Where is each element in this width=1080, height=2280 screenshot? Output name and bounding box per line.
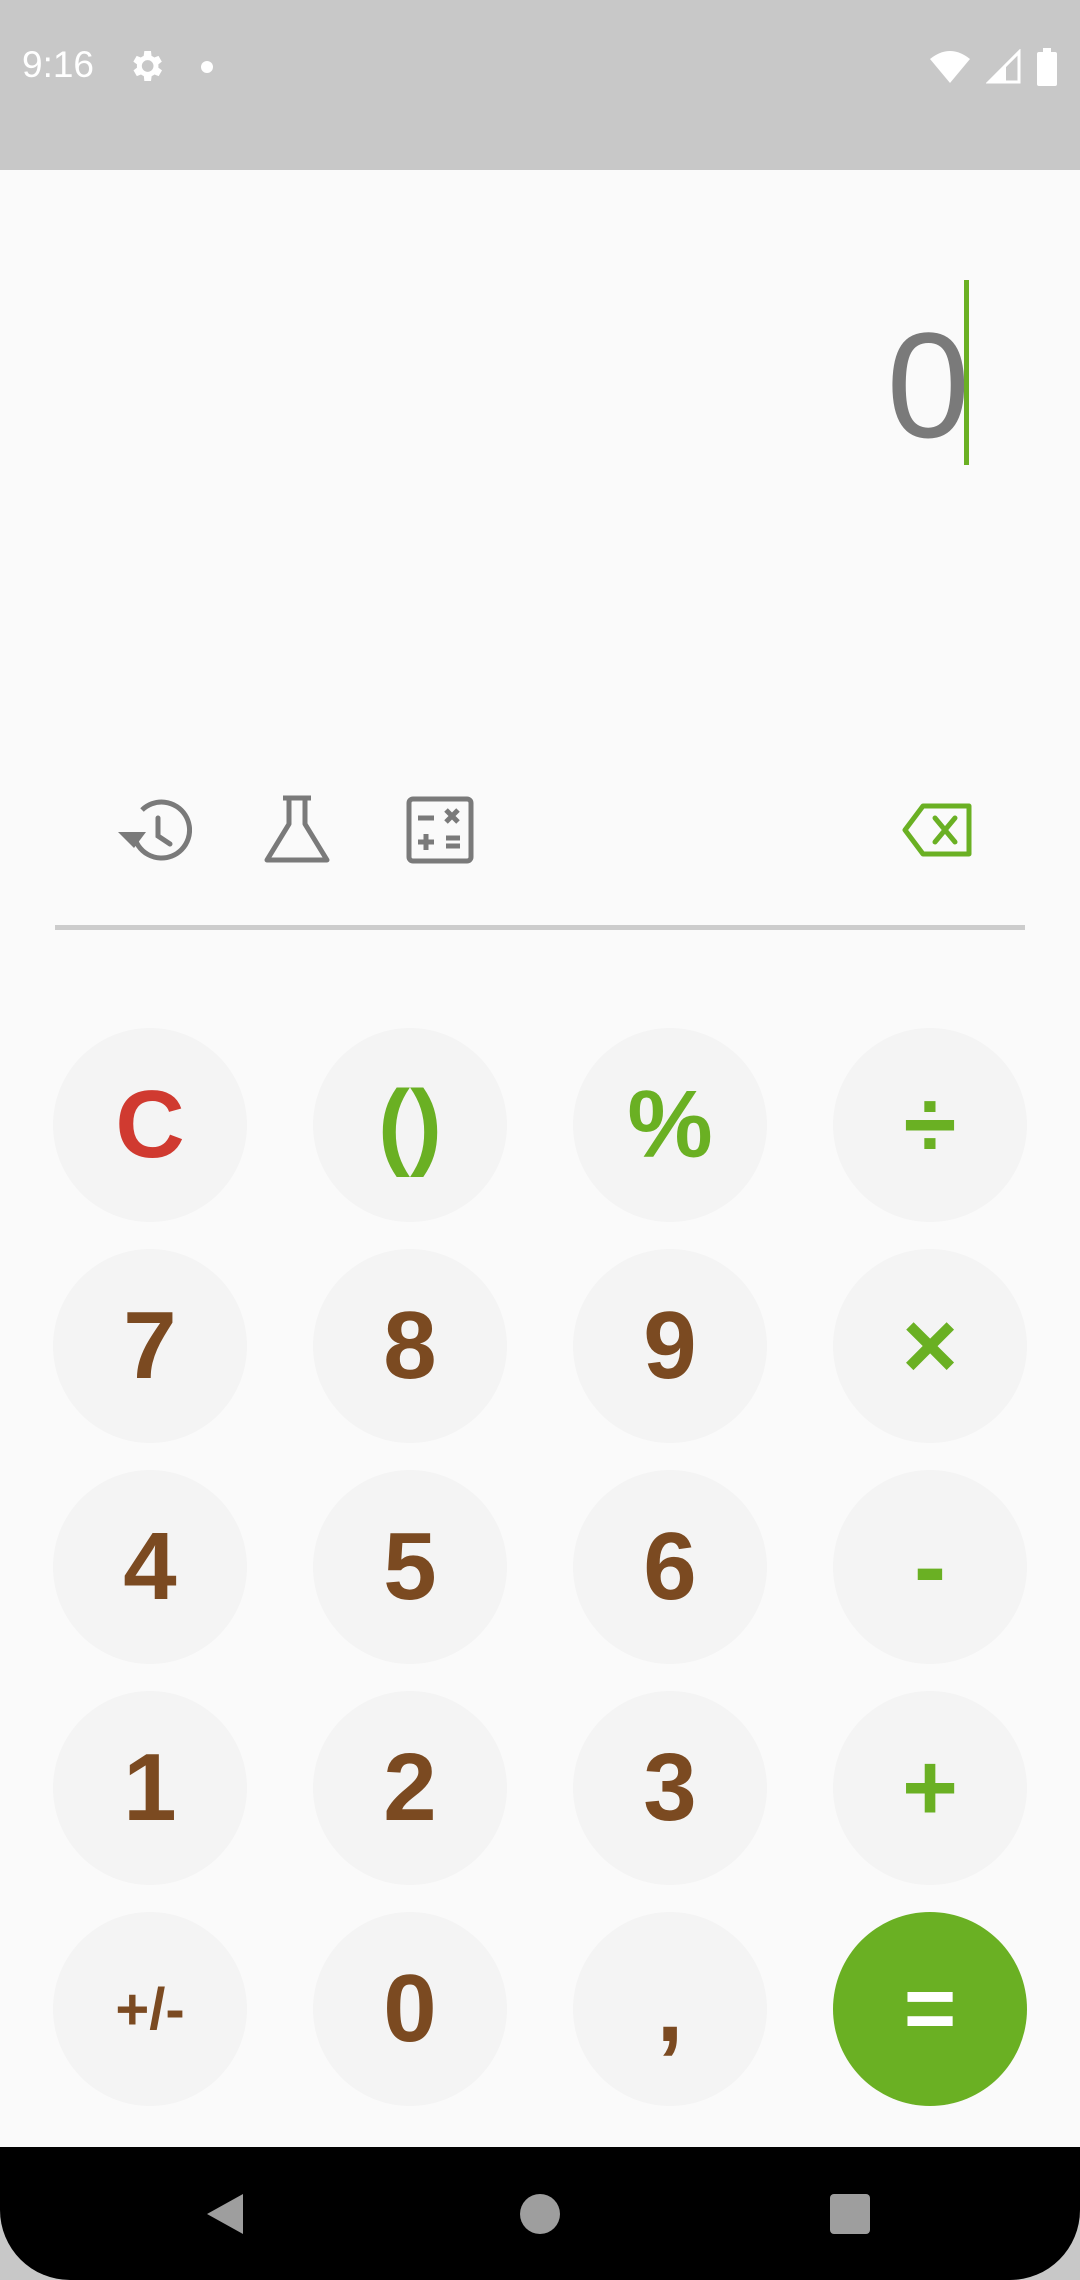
divider	[55, 925, 1025, 930]
digit-5-button[interactable]: 5	[313, 1470, 507, 1664]
home-icon[interactable]	[518, 2192, 562, 2236]
scientific-flask-icon[interactable]	[257, 790, 337, 870]
decimal-comma-button[interactable]: ,	[573, 1912, 767, 2106]
history-icon[interactable]	[112, 790, 192, 870]
digit-6-button[interactable]: 6	[573, 1470, 767, 1664]
wifi-icon	[930, 51, 970, 83]
status-icons	[928, 44, 1058, 90]
digit-3-button[interactable]: 3	[573, 1691, 767, 1885]
signal-icon	[986, 49, 1021, 84]
digit-9-button[interactable]: 9	[573, 1249, 767, 1443]
battery-icon	[1037, 48, 1057, 86]
recents-icon[interactable]	[828, 2192, 872, 2236]
back-icon[interactable]	[203, 2192, 247, 2236]
clear-button[interactable]: C	[53, 1028, 247, 1222]
equals-button[interactable]: =	[833, 1912, 1027, 2106]
digit-2-button[interactable]: 2	[313, 1691, 507, 1885]
display-value[interactable]: 0	[887, 310, 970, 460]
parentheses-button[interactable]: ()	[313, 1028, 507, 1222]
digit-8-button[interactable]: 8	[313, 1249, 507, 1443]
digit-1-button[interactable]: 1	[53, 1691, 247, 1885]
calculator-app: 0 C () % ÷ 7 8 9 × 4 5 6 - 1 2 3 + +/- 0…	[0, 170, 1080, 2147]
status-time: 9:16	[22, 44, 95, 85]
multiply-button[interactable]: ×	[833, 1249, 1027, 1443]
status-bar: 9:16	[0, 0, 1080, 170]
digit-4-button[interactable]: 4	[53, 1470, 247, 1664]
notification-dot-icon	[201, 61, 213, 73]
unit-converter-icon[interactable]	[400, 790, 480, 870]
digit-7-button[interactable]: 7	[53, 1249, 247, 1443]
text-cursor	[964, 280, 969, 465]
add-button[interactable]: +	[833, 1691, 1027, 1885]
divide-button[interactable]: ÷	[833, 1028, 1027, 1222]
navigation-bar	[0, 2147, 1080, 2280]
digit-0-button[interactable]: 0	[313, 1912, 507, 2106]
settings-icon	[133, 51, 162, 81]
percent-button[interactable]: %	[573, 1028, 767, 1222]
subtract-button[interactable]: -	[833, 1470, 1027, 1664]
sign-toggle-button[interactable]: +/-	[53, 1912, 247, 2106]
backspace-icon[interactable]	[897, 790, 977, 870]
